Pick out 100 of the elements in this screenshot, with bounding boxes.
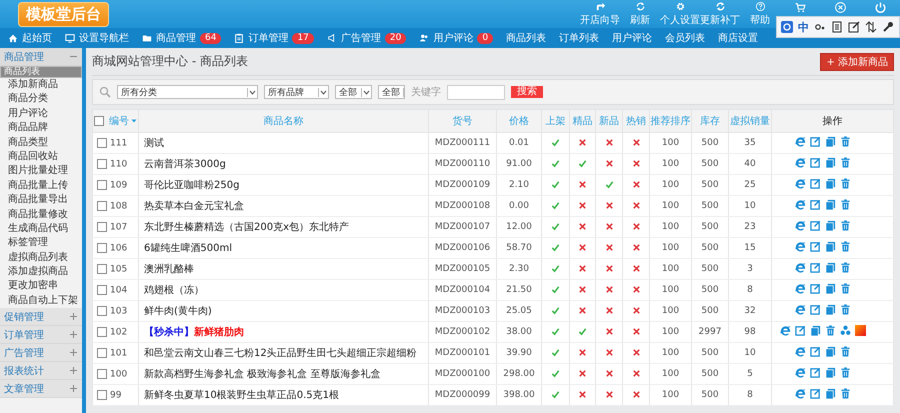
- sidebar-item[interactable]: 图片批量处理: [0, 164, 82, 179]
- sidebar-group[interactable]: 广告管理: [0, 344, 82, 362]
- row-checkbox[interactable]: [97, 138, 107, 148]
- trash-icon[interactable]: [840, 304, 850, 315]
- check-icon[interactable]: [578, 159, 587, 168]
- trash-icon[interactable]: [840, 220, 850, 231]
- trash-icon[interactable]: [840, 178, 850, 189]
- row-checkbox[interactable]: [97, 306, 107, 316]
- cross-icon[interactable]: [632, 201, 640, 210]
- cross-icon[interactable]: [604, 243, 614, 252]
- sidebar-item[interactable]: 商品类型: [0, 136, 82, 150]
- cross-icon[interactable]: [632, 390, 640, 400]
- nav-item[interactable]: 会员列表: [665, 31, 706, 45]
- cross-icon[interactable]: [604, 285, 614, 294]
- sidebar-group[interactable]: 订单管理: [0, 326, 82, 344]
- nav-item[interactable]: 订单列表: [559, 31, 600, 45]
- browser-icon[interactable]: [794, 220, 806, 231]
- sidebar-item[interactable]: 用户评论: [0, 106, 82, 122]
- browser-icon[interactable]: [794, 388, 806, 399]
- trash-icon[interactable]: [840, 241, 850, 252]
- copy-icon[interactable]: [824, 367, 836, 378]
- check-icon[interactable]: [551, 327, 560, 336]
- check-icon[interactable]: [551, 264, 560, 274]
- sidebar-item[interactable]: 商品品牌: [0, 121, 82, 136]
- cross-icon[interactable]: [604, 327, 614, 336]
- copy-icon[interactable]: [824, 199, 836, 210]
- row-checkbox[interactable]: [97, 348, 107, 358]
- row-checkbox[interactable]: [97, 222, 107, 232]
- edit-icon[interactable]: [848, 21, 860, 33]
- browser-icon[interactable]: [794, 157, 806, 168]
- cluster-icon[interactable]: [840, 325, 850, 336]
- cross-icon[interactable]: [604, 222, 614, 232]
- sidebar-item[interactable]: 添加虚拟商品: [0, 265, 82, 280]
- cross-icon[interactable]: [604, 159, 614, 168]
- browser-icon[interactable]: [794, 178, 806, 189]
- check-icon[interactable]: [551, 306, 560, 316]
- keyword-field[interactable]: [447, 84, 505, 100]
- copy-icon[interactable]: [824, 388, 836, 399]
- row-checkbox[interactable]: [97, 284, 107, 295]
- trash-icon[interactable]: [840, 199, 850, 210]
- nav-item[interactable]: 广告管理 20: [326, 31, 406, 45]
- sidebar-item[interactable]: 商品分类: [0, 92, 82, 107]
- copy-icon[interactable]: [824, 346, 836, 357]
- sidebar-item[interactable]: 更改加密串: [0, 279, 82, 294]
- nav-item[interactable]: 用户评论 0: [419, 31, 494, 45]
- row-checkbox[interactable]: [97, 264, 107, 274]
- trash-icon[interactable]: [840, 157, 850, 168]
- filter-select[interactable]: 全部: [378, 85, 405, 99]
- browser-icon[interactable]: [794, 136, 806, 147]
- sort-caret-icon[interactable]: [131, 118, 137, 124]
- add-product-button[interactable]: + 添加新商品: [820, 52, 894, 70]
- column-header[interactable]: 货号: [452, 116, 472, 127]
- sidebar-group[interactable]: 文章管理: [0, 380, 82, 398]
- trash-icon[interactable]: [840, 388, 850, 399]
- row-checkbox[interactable]: [97, 180, 107, 190]
- toolbar-button[interactable]: 个人设置: [660, 0, 700, 28]
- cross-icon[interactable]: [604, 201, 614, 210]
- cross-icon[interactable]: [578, 285, 587, 294]
- nav-item[interactable]: 设置导航栏: [65, 31, 129, 45]
- check-icon[interactable]: [551, 285, 560, 294]
- browser-icon[interactable]: [794, 283, 806, 294]
- copy-icon[interactable]: [824, 220, 836, 231]
- cross-icon[interactable]: [632, 369, 640, 378]
- cross-icon[interactable]: [578, 369, 587, 378]
- input-mode-toggle[interactable]: 中: [798, 20, 809, 34]
- sidebar-item[interactable]: 商品自动上下架: [0, 294, 82, 308]
- cross-icon[interactable]: [632, 159, 640, 168]
- sidebar-item[interactable]: 商品批量导出: [0, 193, 82, 208]
- cross-icon[interactable]: [604, 306, 614, 316]
- nav-item[interactable]: 订单管理 17: [234, 31, 314, 45]
- cross-icon[interactable]: [578, 180, 587, 190]
- cross-icon[interactable]: [578, 222, 587, 232]
- browser-icon[interactable]: [794, 262, 806, 273]
- copy-icon[interactable]: [824, 157, 836, 168]
- column-header[interactable]: 商品名称: [264, 116, 304, 127]
- trash-icon[interactable]: [840, 262, 850, 273]
- copy-icon[interactable]: [824, 241, 836, 252]
- cross-icon[interactable]: [632, 264, 640, 274]
- row-checkbox[interactable]: [97, 368, 107, 379]
- cross-icon[interactable]: [604, 390, 614, 400]
- nav-item[interactable]: 商店设置: [718, 31, 758, 45]
- row-checkbox[interactable]: [97, 390, 107, 400]
- cross-icon[interactable]: [578, 390, 587, 400]
- sidebar-item[interactable]: 生成商品代码: [0, 222, 82, 236]
- sidebar-item[interactable]: 标签管理: [0, 236, 82, 251]
- color-square-icon[interactable]: [854, 325, 866, 336]
- cross-icon[interactable]: [604, 138, 614, 148]
- search-button[interactable]: 搜索: [511, 86, 543, 98]
- row-checkbox[interactable]: [97, 326, 107, 337]
- trash-icon[interactable]: [840, 346, 850, 357]
- keyboard-icon[interactable]: [831, 21, 843, 33]
- sidebar-item[interactable]: 商品列表: [0, 66, 82, 78]
- check-icon[interactable]: [551, 390, 560, 400]
- cross-icon[interactable]: [604, 348, 614, 358]
- trash-icon[interactable]: [840, 367, 850, 378]
- browser-icon[interactable]: [794, 304, 806, 315]
- browser-icon[interactable]: [794, 199, 806, 210]
- sort-arrows-icon[interactable]: [865, 21, 877, 33]
- row-checkbox[interactable]: [97, 242, 107, 253]
- check-icon[interactable]: [551, 180, 560, 190]
